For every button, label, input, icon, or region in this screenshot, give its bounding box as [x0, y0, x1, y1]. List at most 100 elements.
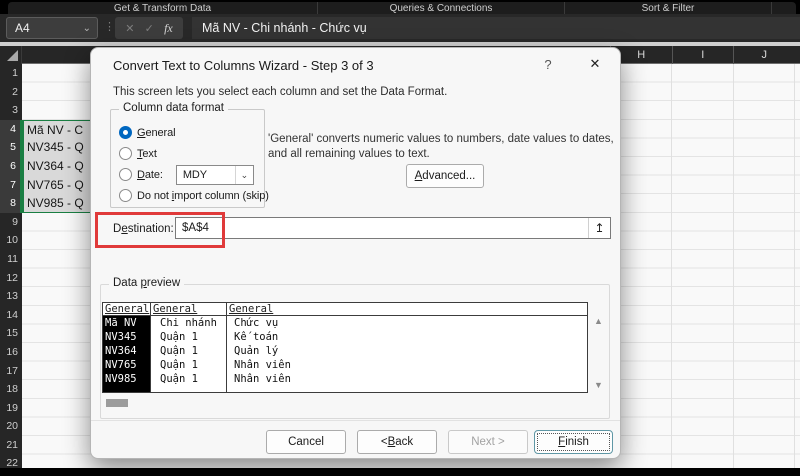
row-header-20[interactable]: 20	[0, 417, 22, 436]
row-header-2[interactable]: 2	[0, 83, 22, 102]
cell-A7[interactable]: NV765 - Q	[22, 175, 95, 195]
formula-input[interactable]: Mã NV - Chi nhánh - Chức vụ	[192, 17, 800, 39]
row-header-15[interactable]: 15	[0, 324, 22, 343]
radio-date-icon[interactable]	[119, 168, 132, 181]
preview-cell-r0c1[interactable]: Chi nhánh	[151, 316, 227, 330]
preview-cell-r1c2[interactable]: Kế toán	[227, 330, 587, 344]
ribbon-group-spacer	[772, 2, 796, 14]
scroll-up-icon[interactable]: ▲	[594, 316, 603, 326]
cancel-button[interactable]: Cancel	[266, 430, 346, 454]
radio-label-do-not-import-column-skip: Do not import column (skip)	[137, 189, 269, 202]
radio-general-icon[interactable]	[119, 126, 132, 139]
preview-cell-r1c1[interactable]: Quận 1	[151, 330, 227, 344]
preview-header-1[interactable]: General	[151, 303, 227, 316]
preview-header-2[interactable]: General	[227, 303, 587, 316]
back-button[interactable]: < Back	[357, 430, 437, 454]
preview-cell-r1c0[interactable]: NV345	[103, 330, 151, 344]
formula-bar-grip-icon: ⋮	[104, 21, 115, 33]
preview-header-0[interactable]: General	[103, 303, 151, 316]
row-header-8[interactable]: 8	[0, 194, 22, 213]
preview-cell-r3c1[interactable]: Quận 1	[151, 358, 227, 372]
column-data-format-group: Column data format General Text Date: MDY ⌄ D…	[110, 102, 269, 208]
row-header-16[interactable]: 16	[0, 343, 22, 362]
radio-label-date: Date:	[137, 168, 163, 181]
row-header-4[interactable]: 4	[0, 119, 22, 139]
excel-window: Get & Transform Data Queries & Connectio…	[0, 0, 800, 476]
preview-filler	[103, 386, 151, 392]
scroll-down-icon[interactable]: ▼	[594, 380, 603, 390]
preview-cell-r3c0[interactable]: NV765	[103, 358, 151, 372]
destination-label: Destination:	[113, 223, 174, 235]
select-all-icon	[7, 50, 18, 61]
insert-function-icon[interactable]: fx	[164, 21, 173, 36]
left-cells: Mã NV - C NV345 - Q NV364 - Q NV765 - Q NV98…	[22, 64, 95, 468]
preview-cell-r3c2[interactable]: Nhân viên	[227, 358, 587, 372]
radio-do-not-import-column-skip-icon[interactable]	[119, 189, 132, 202]
preview-cell-r2c1[interactable]: Quận 1	[151, 344, 227, 358]
general-note: 'General' converts numeric values to num…	[268, 133, 614, 160]
row-header-17[interactable]: 17	[0, 362, 22, 381]
preview-cell-r4c0[interactable]: NV985	[103, 372, 151, 386]
row-header-18[interactable]: 18	[0, 380, 22, 399]
radio-option-do-not-import-column-skip[interactable]: Do not import column (skip)	[111, 185, 269, 206]
preview-cell-r0c0[interactable]: Mã NV	[103, 316, 151, 330]
preview-cell-r0c2[interactable]: Chức vụ	[227, 316, 587, 330]
next-button: Next >	[448, 430, 528, 454]
name-box[interactable]: A4 ⌄	[6, 17, 98, 39]
radio-option-text[interactable]: Text	[111, 143, 264, 164]
ribbon-strip: Get & Transform Data Queries & Connectio…	[0, 0, 800, 14]
ribbon-group-get-transform-data[interactable]: Get & Transform Data	[8, 2, 318, 14]
row-headers: 1 2 3 4 5 6 7 8 9 10 11 12 13 14 15 16 17 18 19 20 21 22	[0, 64, 22, 469]
preview-cell-r4c2[interactable]: Nhân viên	[227, 372, 587, 386]
preview-cell-r2c0[interactable]: NV364	[103, 344, 151, 358]
cell-A8[interactable]: NV985 - Q	[22, 194, 95, 213]
row-header-3[interactable]: 3	[0, 101, 22, 120]
row-header-10[interactable]: 10	[0, 231, 22, 250]
preview-filler	[227, 386, 587, 392]
column-header-I[interactable]: I	[671, 46, 734, 64]
help-icon[interactable]: ?	[540, 57, 556, 72]
horizontal-scrollbar-thumb[interactable]	[106, 399, 128, 407]
cell-A4[interactable]: Mã NV - C	[22, 119, 95, 139]
row-header-19[interactable]: 19	[0, 399, 22, 418]
row-header-1[interactable]: 1	[0, 64, 22, 83]
finish-button[interactable]: Finish	[534, 430, 613, 454]
cancel-entry-icon[interactable]: ✕	[125, 22, 134, 35]
row-header-11[interactable]: 11	[0, 250, 22, 269]
gridline	[733, 64, 734, 468]
date-format-dropdown[interactable]: MDY ⌄	[175, 164, 254, 185]
confirm-entry-icon[interactable]: ✓	[145, 22, 154, 35]
ribbon-group-queries-connections[interactable]: Queries & Connections	[318, 2, 565, 14]
advanced-button[interactable]: Advanced...	[406, 164, 484, 188]
row-header-12[interactable]: 12	[0, 269, 22, 288]
radio-text-icon[interactable]	[119, 147, 132, 160]
preview-table: General General General Mã NV Chi nhánh Chức …	[102, 302, 588, 393]
row-header-14[interactable]: 14	[0, 306, 22, 325]
dialog-buttons: Cancel < Back Next > Finish	[91, 430, 620, 454]
radio-option-date[interactable]: Date: MDY ⌄	[111, 164, 264, 185]
formula-text: Mã NV - Chi nhánh - Chức vụ	[202, 21, 367, 35]
column-data-format-label: Column data format	[119, 102, 228, 114]
dialog-title: Convert Text to Columns Wizard - Step 3 …	[113, 58, 374, 73]
formula-bar-row: A4 ⌄ ⋮ ✕ ✓ fx Mã NV - Chi nhánh - Chức v…	[0, 14, 800, 42]
column-header-J[interactable]: J	[733, 46, 795, 64]
radio-option-general[interactable]: General	[111, 122, 264, 143]
cell-A6[interactable]: NV364 - Q	[22, 157, 95, 176]
bottom-bar	[0, 468, 800, 476]
row-header-5[interactable]: 5	[0, 138, 22, 157]
preview-cell-r2c2[interactable]: Quản lý	[227, 344, 587, 358]
row-header-21[interactable]: 21	[0, 436, 22, 455]
row-header-9[interactable]: 9	[0, 213, 22, 232]
row-header-7[interactable]: 7	[0, 175, 22, 195]
row-header-13[interactable]: 13	[0, 287, 22, 306]
radio-label-general: General	[137, 126, 176, 139]
collapse-dialog-icon[interactable]: ↥	[588, 218, 610, 238]
preview-cell-r4c1[interactable]: Quận 1	[151, 372, 227, 386]
chevron-down-icon[interactable]: ⌄	[83, 23, 91, 34]
close-icon[interactable]: ✕	[586, 56, 604, 72]
select-all-corner[interactable]	[0, 46, 22, 64]
ribbon-group-sort-filter[interactable]: Sort & Filter	[565, 2, 772, 14]
destination-input[interactable]: $A$4 ↥	[175, 217, 611, 239]
cell-A5[interactable]: NV345 - Q	[22, 138, 95, 157]
row-header-6[interactable]: 6	[0, 156, 22, 176]
